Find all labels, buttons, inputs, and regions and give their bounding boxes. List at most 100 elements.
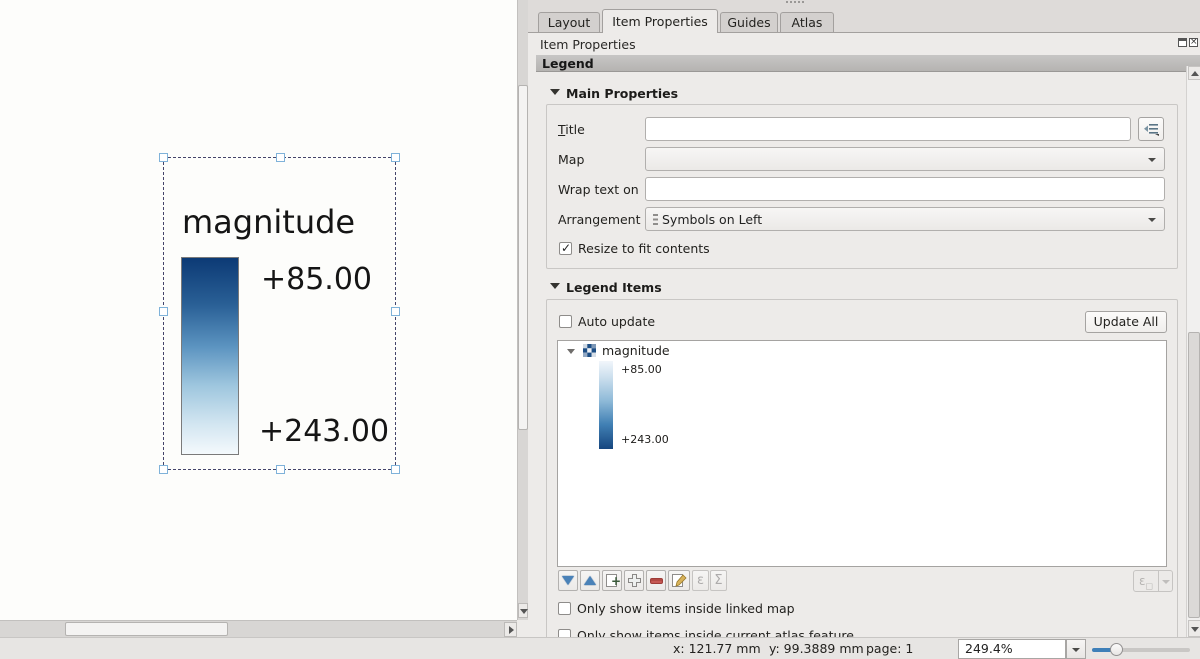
filter-expression-icon: ε□ — [1133, 570, 1159, 592]
sum-button[interactable]: Σ — [710, 570, 727, 591]
canvas-vertical-scrollbar-thumb[interactable] — [518, 85, 528, 430]
resize-handle-ne[interactable] — [391, 153, 400, 162]
edit-expression-button[interactable]: ε — [692, 570, 709, 591]
zoom-slider-track — [1117, 648, 1190, 652]
cursor-x-readout: x: 121.77 mm — [673, 641, 761, 656]
collapse-arrow-icon[interactable] — [550, 89, 560, 95]
tab-atlas[interactable]: Atlas — [780, 12, 834, 32]
move-item-up-button[interactable] — [580, 570, 600, 591]
legend-items-header[interactable]: Legend Items — [566, 280, 662, 295]
resize-to-fit-label: Resize to fit contents — [578, 241, 710, 256]
panel-tabstrip: Layout Item Properties Guides Atlas — [528, 0, 1200, 33]
remove-item-icon — [650, 578, 663, 584]
item-type-header: Legend — [536, 55, 1200, 72]
dock-grip-icon — [786, 1, 804, 3]
data-defined-icon — [1143, 122, 1159, 136]
filter-expression-dropdown[interactable] — [1159, 570, 1173, 592]
scroll-up-button[interactable] — [1188, 66, 1200, 80]
chevron-down-icon — [1072, 648, 1080, 652]
float-dock-icon[interactable] — [1178, 38, 1187, 47]
title-input[interactable] — [645, 117, 1131, 141]
tree-layer-label[interactable]: magnitude — [602, 343, 670, 358]
collapse-arrow-icon[interactable] — [550, 283, 560, 289]
scroll-down-button[interactable] — [1188, 620, 1200, 637]
resize-handle-sw[interactable] — [159, 465, 168, 474]
panel-vertical-scrollbar[interactable] — [1186, 66, 1200, 637]
add-group-button[interactable]: + — [602, 570, 622, 591]
canvas-color-ramp — [181, 257, 239, 455]
only-atlas-label: Only show items inside current atlas fea… — [577, 628, 854, 637]
edit-item-icon — [673, 574, 687, 588]
map-combobox[interactable] — [645, 147, 1165, 171]
move-item-down-button[interactable] — [558, 570, 578, 591]
tree-ramp-min-label: +243.00 — [621, 433, 669, 446]
only-linked-map-checkbox[interactable] — [558, 602, 571, 615]
page-readout: page: 1 — [866, 641, 913, 656]
resize-handle-se[interactable] — [391, 465, 400, 474]
resize-handle-s[interactable] — [276, 465, 285, 474]
data-defined-override-button[interactable] — [1138, 117, 1164, 141]
canvas-ramp-max-label: +85.00 — [261, 262, 372, 297]
raster-layer-icon — [583, 344, 596, 357]
tree-color-ramp — [599, 361, 613, 449]
move-up-icon — [584, 576, 596, 585]
zoom-slider-handle[interactable] — [1110, 643, 1123, 656]
tree-ramp-max-label: +85.00 — [621, 363, 662, 376]
arrow-down-icon — [1191, 627, 1199, 632]
only-atlas-checkbox[interactable] — [558, 629, 571, 637]
canvas-horizontal-scrollbar[interactable] — [0, 620, 517, 637]
wrap-text-input[interactable] — [645, 177, 1165, 201]
arrow-right-icon — [509, 626, 514, 634]
add-item-icon — [628, 574, 641, 587]
resize-handle-e[interactable] — [391, 307, 400, 316]
dock-titlebar: Item Properties × — [528, 34, 1200, 55]
scroll-right-button[interactable] — [504, 622, 517, 637]
remove-item-button[interactable] — [646, 570, 666, 591]
resize-handle-nw[interactable] — [159, 153, 168, 162]
arrangement-label: Arrangement — [558, 212, 641, 227]
canvas-horizontal-scrollbar-thumb[interactable] — [65, 622, 228, 636]
resize-handle-n[interactable] — [276, 153, 285, 162]
tree-expander-icon[interactable] — [567, 349, 575, 354]
resize-handle-w[interactable] — [159, 307, 168, 316]
close-dock-icon[interactable]: × — [1189, 38, 1198, 47]
sum-icon: Σ — [714, 573, 722, 588]
add-item-button[interactable] — [624, 570, 644, 591]
only-linked-map-label: Only show items inside linked map — [577, 601, 795, 616]
plus-glyph: + — [611, 574, 621, 588]
legend-items-tree[interactable]: magnitude +85.00 +243.00 — [557, 340, 1167, 567]
qgis-layout-window: magnitude +85.00 +243.00 Layout Item Pro… — [0, 0, 1200, 659]
chevron-down-icon — [1148, 218, 1156, 222]
arrow-up-icon — [1191, 71, 1199, 76]
expression-icon: ε — [697, 573, 704, 588]
cursor-y-readout: y: 99.3889 mm — [769, 641, 864, 656]
tab-layout[interactable]: Layout — [538, 12, 600, 32]
main-properties-header[interactable]: Main Properties — [566, 86, 678, 101]
filter-expression-button[interactable]: ε□ — [1133, 570, 1173, 592]
zoom-level-combobox[interactable]: 249.4% — [958, 639, 1066, 659]
chevron-down-icon — [1148, 158, 1156, 162]
panel-scrollbar-thumb[interactable] — [1188, 332, 1200, 618]
map-label: Map — [558, 152, 584, 167]
scroll-down-button[interactable] — [518, 603, 528, 618]
move-down-icon — [562, 576, 574, 585]
auto-update-checkbox[interactable] — [559, 315, 572, 328]
item-properties-panel: Layout Item Properties Guides Atlas Item… — [528, 0, 1200, 637]
arrow-down-icon — [520, 609, 528, 614]
update-all-button[interactable]: Update All — [1085, 311, 1167, 333]
resize-to-fit-checkbox[interactable] — [559, 242, 572, 255]
tab-item-properties[interactable]: Item Properties — [602, 9, 718, 33]
tab-guides[interactable]: Guides — [720, 12, 778, 32]
canvas-ramp-min-label: +243.00 — [259, 414, 389, 449]
chevron-down-icon — [1162, 580, 1170, 584]
dock-title: Item Properties — [540, 37, 636, 52]
zoom-level-dropdown-button[interactable] — [1066, 639, 1086, 659]
title-label: Title — [558, 122, 585, 137]
drag-grip-icon — [653, 214, 658, 226]
edit-item-button[interactable] — [668, 570, 690, 591]
auto-update-label: Auto update — [578, 314, 655, 329]
layout-canvas[interactable]: magnitude +85.00 +243.00 — [0, 0, 517, 620]
arrangement-combobox[interactable]: Symbols on Left — [645, 207, 1165, 231]
title-label-rest: itle — [565, 122, 585, 137]
canvas-vertical-scrollbar[interactable] — [517, 0, 528, 620]
